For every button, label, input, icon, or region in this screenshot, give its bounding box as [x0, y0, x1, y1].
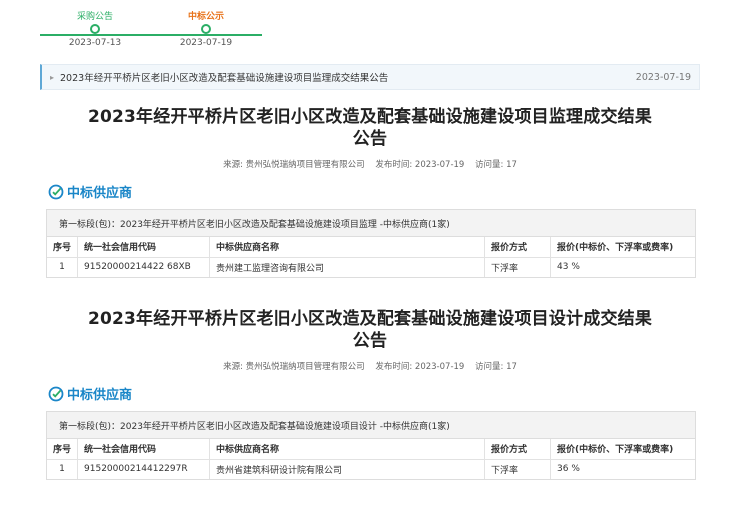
col-header: 报价(中标价、下浮率或费率)	[550, 237, 695, 258]
col-header: 序号	[47, 237, 79, 258]
cell-index: 1	[47, 257, 79, 277]
title-line: 公告	[352, 331, 388, 351]
winner-table-grid: 序号 统一社会信用代码 中标供应商名称 报价方式 报价(中标价、下浮率或费率) …	[47, 439, 695, 479]
lot-header: 第一标段(包)：2023年经开平桥片区老旧小区改造及配套基础设施建设项目监理 -…	[47, 210, 695, 237]
notice-bar[interactable]: ▸ 2023年经开平桥片区老旧小区改造及配套基础设施建设项目监理成交结果公告 2…	[40, 64, 700, 90]
winner-heading: 中标供应商	[48, 384, 700, 403]
meta-info: 来源: 贵州弘悦瑞纳项目管理有限公司 发布时间: 2023-07-19 访问量:…	[40, 158, 700, 170]
table-row: 1 91520000214412297R 贵州省建筑科研设计院有限公司 下浮率 …	[47, 459, 695, 479]
triangle-right-icon: ▸	[50, 72, 55, 82]
timeline-step-label: 中标公示	[187, 12, 224, 22]
timeline-dot-icon	[90, 24, 100, 34]
cell-supplier-name: 贵州建工监理咨询有限公司	[209, 257, 486, 277]
winner-table: 第一标段(包)：2023年经开平桥片区老旧小区改造及配套基础设施建设项目设计 -…	[46, 411, 696, 480]
title-line: 2023年经开平桥片区老旧小区改造及配套基础设施建设项目监理成交结果	[87, 107, 653, 127]
title-line: 公告	[352, 129, 388, 149]
result-section-supervision: 2023年经开平桥片区老旧小区改造及配套基础设施建设项目监理成交结果 公告 来源…	[40, 106, 700, 278]
page-title: 2023年经开平桥片区老旧小区改造及配套基础设施建设项目监理成交结果 公告	[40, 106, 700, 150]
col-header: 统一社会信用代码	[77, 237, 211, 258]
cell-quote: 36 %	[557, 464, 580, 475]
cell-index: 1	[47, 459, 79, 479]
cell-quote-method: 下浮率	[484, 257, 552, 277]
title-line: 2023年经开平桥片区老旧小区改造及配套基础设施建设项目设计成交结果	[87, 309, 653, 329]
winner-heading: 中标供应商	[48, 182, 700, 201]
timeline-step-procurement[interactable]: 采购公告 2023-07-13	[55, 10, 135, 48]
timeline-step-award[interactable]: 中标公示 2023-07-19	[166, 10, 246, 48]
cell-quote: 43 %	[557, 262, 580, 273]
lot-header: 第一标段(包)：2023年经开平桥片区老旧小区改造及配套基础设施建设项目设计 -…	[47, 412, 695, 439]
notice-bar-date: 2023-07-19	[635, 71, 691, 83]
cell-quote-method: 下浮率	[484, 459, 552, 479]
meta-views: 访问量: 17	[475, 362, 517, 372]
cell-supplier-name: 贵州省建筑科研设计院有限公司	[209, 459, 486, 479]
winner-heading-label: 中标供应商	[67, 388, 133, 403]
table-header-row: 序号 统一社会信用代码 中标供应商名称 报价方式 报价(中标价、下浮率或费率)	[47, 439, 695, 460]
table-row: 1 91520000214422 68XB 贵州建工监理咨询有限公司 下浮率 4…	[47, 257, 695, 277]
meta-info: 来源: 贵州弘悦瑞纳项目管理有限公司 发布时间: 2023-07-19 访问量:…	[40, 360, 700, 372]
meta-published: 发布时间: 2023-07-19	[375, 160, 465, 170]
cell-credit-code: 91520000214412297R	[77, 459, 211, 479]
col-header: 统一社会信用代码	[77, 439, 211, 460]
notice-bar-title: 2023年经开平桥片区老旧小区改造及配套基础设施建设项目监理成交结果公告	[60, 73, 389, 84]
timeline-step-label: 采购公告	[76, 12, 113, 22]
winner-heading-label: 中标供应商	[67, 186, 133, 201]
col-header: 报价方式	[484, 439, 552, 460]
col-header: 序号	[47, 439, 79, 460]
meta-views: 访问量: 17	[475, 160, 517, 170]
meta-published: 发布时间: 2023-07-19	[375, 362, 465, 372]
cell-credit-code: 91520000214422 68XB	[77, 257, 211, 277]
col-header: 中标供应商名称	[209, 439, 486, 460]
progress-timeline: 采购公告 2023-07-13 中标公示 2023-07-19	[40, 10, 262, 58]
meta-source: 来源: 贵州弘悦瑞纳项目管理有限公司	[223, 160, 365, 170]
timeline-step-date: 2023-07-19	[179, 38, 233, 48]
timeline-step-date: 2023-07-13	[68, 38, 122, 48]
winner-table-grid: 序号 统一社会信用代码 中标供应商名称 报价方式 报价(中标价、下浮率或费率) …	[47, 237, 695, 277]
check-circle-icon	[48, 184, 64, 199]
timeline-dot-icon	[201, 24, 211, 34]
col-header: 报价方式	[484, 237, 552, 258]
result-section-design: 2023年经开平桥片区老旧小区改造及配套基础设施建设项目设计成交结果 公告 来源…	[40, 308, 700, 480]
meta-source: 来源: 贵州弘悦瑞纳项目管理有限公司	[223, 362, 365, 372]
winner-table: 第一标段(包)：2023年经开平桥片区老旧小区改造及配套基础设施建设项目监理 -…	[46, 209, 696, 278]
col-header: 报价(中标价、下浮率或费率)	[550, 439, 695, 460]
col-header: 中标供应商名称	[209, 237, 486, 258]
check-circle-icon	[48, 386, 64, 401]
page-title: 2023年经开平桥片区老旧小区改造及配套基础设施建设项目设计成交结果 公告	[40, 308, 700, 352]
table-header-row: 序号 统一社会信用代码 中标供应商名称 报价方式 报价(中标价、下浮率或费率)	[47, 237, 695, 258]
